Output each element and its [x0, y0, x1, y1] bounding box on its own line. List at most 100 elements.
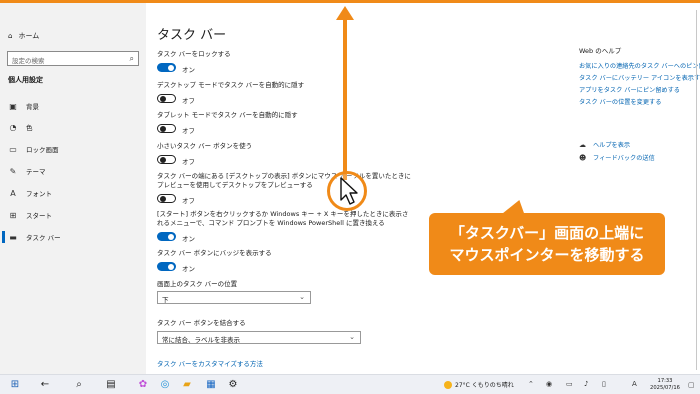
weather-text: 27°C くもりのち晴れ	[455, 382, 514, 389]
help-link-pin-contacts[interactable]: お気に入りの連絡先のタスク バーへのピン留め	[579, 61, 700, 70]
edge-icon[interactable]: ◎	[158, 378, 172, 392]
file-explorer-icon[interactable]: ▰	[180, 378, 194, 392]
store-icon[interactable]: ▦	[204, 378, 218, 392]
theme-icon: ✎	[9, 166, 17, 176]
lock-screen-icon: ▭	[9, 144, 17, 154]
windows-start-icon[interactable]: ⊞	[8, 378, 22, 392]
chevron-up-icon[interactable]: ⌃	[528, 380, 534, 388]
weather-sun-icon	[444, 380, 452, 389]
get-help-link[interactable]: ☁ ヘルプを表示	[579, 140, 631, 150]
sidebar-item-fonts[interactable]: A フォント	[8, 188, 52, 199]
autohide-tablet-toggle[interactable]	[157, 124, 176, 133]
settings-window: ⌂ ホーム 設定の検索 ⌕ 個人用設定 ▣ 背景 ◔ 色 ▭ ロック画面 ✎ テ…	[0, 0, 700, 394]
active-indicator	[2, 231, 5, 243]
toggle-knob	[160, 195, 166, 202]
sidebar-item-label: テーマ	[26, 168, 46, 176]
toggle-state: オン	[182, 265, 195, 273]
taskbar-position-value: 下	[162, 296, 169, 304]
back-arrow-icon[interactable]: ←	[38, 378, 52, 392]
toggle-state: オフ	[182, 158, 195, 166]
search-placeholder: 設定の検索	[12, 57, 45, 65]
palette-icon: ◔	[9, 122, 17, 132]
task-view-icon[interactable]: ▤	[104, 378, 118, 392]
help-link-pin-apps[interactable]: アプリをタスク バーにピン留めする	[579, 85, 680, 94]
toggle-state: オフ	[182, 197, 195, 205]
chevron-down-icon: ⌄	[349, 333, 355, 341]
toggle-knob	[160, 125, 166, 132]
setting-badges-label: タスク バー ボタンにバッジを表示する	[157, 249, 272, 257]
setting-powershell-label-line1: [スタート] ボタンを右クリックするか Windows キー + X キーを押し…	[157, 210, 409, 218]
feedback-link[interactable]: ☻ フィードバックの送信	[579, 153, 655, 163]
setting-peek-label-line1: タスク バーの端にある [デスクトップの表示] ボタンにマウス カーソルを置いた…	[157, 172, 411, 180]
scrollbar[interactable]	[696, 10, 697, 370]
sidebar-item-taskbar[interactable]: ▬ タスク バー	[8, 232, 61, 243]
sidebar-section-title: 個人用設定	[8, 76, 43, 84]
combine-buttons-label: タスク バー ボタンを結合する	[157, 319, 246, 327]
help-link-change-position[interactable]: タスク バーの位置を変更する	[579, 97, 661, 106]
combine-buttons-value: 常に結合、ラベルを非表示	[162, 336, 240, 344]
settings-gear-icon[interactable]: ⚙	[226, 378, 240, 392]
setting-autohide-desktop-label: デスクトップ モードでタスク バーを自動的に隠す	[157, 81, 305, 89]
notification-icon[interactable]: ▢	[688, 381, 695, 389]
weather-widget[interactable]: 27°C くもりのち晴れ	[444, 380, 514, 389]
sidebar-item-label: タスク バー	[26, 234, 61, 242]
image-icon: ▣	[9, 101, 17, 111]
sidebar-item-colors[interactable]: ◔ 色	[8, 122, 33, 133]
combine-buttons-select[interactable]: 常に結合、ラベルを非表示 ⌄	[157, 331, 361, 344]
clock[interactable]: 17:33 2025/07/16	[647, 378, 683, 392]
setting-peek-label-line2: プレビューを使用してデスクトップをプレビューする	[157, 181, 313, 189]
sidebar-item-label: 色	[26, 124, 33, 132]
small-buttons-toggle[interactable]	[157, 155, 176, 164]
get-help-label: ヘルプを表示	[593, 142, 631, 149]
sidebar-item-themes[interactable]: ✎ テーマ	[8, 166, 46, 177]
clock-date: 2025/07/16	[650, 385, 680, 391]
sidebar-home[interactable]: ⌂ ホーム	[8, 31, 39, 41]
help-link-battery-icon[interactable]: タスク バーにバッテリー アイコンを表示する	[579, 73, 700, 82]
search-icon[interactable]: ⌕	[72, 378, 86, 392]
mouse-pointer-icon	[340, 177, 358, 205]
setting-powershell-label-line2: れるメニューで、コマンド プロンプトを Windows PowerShell に…	[157, 219, 385, 227]
volume-icon[interactable]: ♪	[584, 380, 588, 388]
taskbar-position-select[interactable]: 下 ⌄	[157, 291, 311, 304]
network-icon[interactable]: ▭	[566, 380, 573, 388]
toggle-knob	[160, 95, 166, 102]
chevron-down-icon: ⌄	[299, 293, 305, 301]
customize-taskbar-link[interactable]: タスク バーをカスタマイズする方法	[157, 358, 263, 368]
copilot-icon[interactable]: ✿	[136, 378, 150, 392]
toggle-knob	[168, 233, 174, 240]
toggle-state: オフ	[182, 127, 195, 135]
autohide-desktop-toggle[interactable]	[157, 94, 176, 103]
toggle-knob	[160, 156, 166, 163]
sidebar-item-lock-screen[interactable]: ▭ ロック画面	[8, 144, 58, 155]
annotation-callout: 「タスクバー」画面の上端に マウスポインターを移動する	[429, 213, 665, 275]
callout-line-1: 「タスクバー」画面の上端に	[449, 224, 645, 242]
peek-toggle[interactable]	[157, 194, 176, 203]
taskbar-position-label: 画面上のタスク バーの位置	[157, 280, 238, 288]
sidebar-item-label: 背景	[26, 103, 39, 111]
toggle-state: オフ	[182, 97, 195, 105]
home-icon: ⌂	[8, 32, 13, 40]
setting-autohide-tablet-label: タブレット モードでタスク バーを自動的に隠す	[157, 111, 298, 119]
clock-time: 17:33	[657, 378, 673, 384]
toggle-state: オン	[182, 66, 195, 74]
feedback-label: フィードバックの送信	[593, 155, 655, 162]
sidebar-item-background[interactable]: ▣ 背景	[8, 101, 39, 112]
start-icon: ⊞	[9, 210, 17, 220]
lock-taskbar-toggle[interactable]	[157, 63, 176, 72]
badges-toggle[interactable]	[157, 262, 176, 271]
record-icon[interactable]: ◉	[546, 380, 552, 388]
search-input[interactable]: 設定の検索 ⌕	[7, 51, 139, 66]
search-icon: ⌕	[129, 54, 134, 63]
battery-icon[interactable]: ▯	[602, 380, 606, 388]
ime-indicator[interactable]: A	[632, 380, 637, 388]
setting-small-buttons-label: 小さいタスク バー ボタンを使う	[157, 142, 253, 150]
help-chat-icon: ☁	[579, 140, 586, 149]
callout-line-2: マウスポインターを移動する	[449, 246, 645, 264]
toggle-state: オン	[182, 235, 195, 243]
setting-lock-taskbar-label: タスク バーをロックする	[157, 50, 231, 58]
font-icon: A	[10, 188, 16, 198]
sidebar-item-start[interactable]: ⊞ スタート	[8, 210, 52, 221]
taskbar-icon: ▬	[9, 232, 17, 242]
feedback-person-icon: ☻	[579, 153, 587, 162]
powershell-toggle[interactable]	[157, 232, 176, 241]
